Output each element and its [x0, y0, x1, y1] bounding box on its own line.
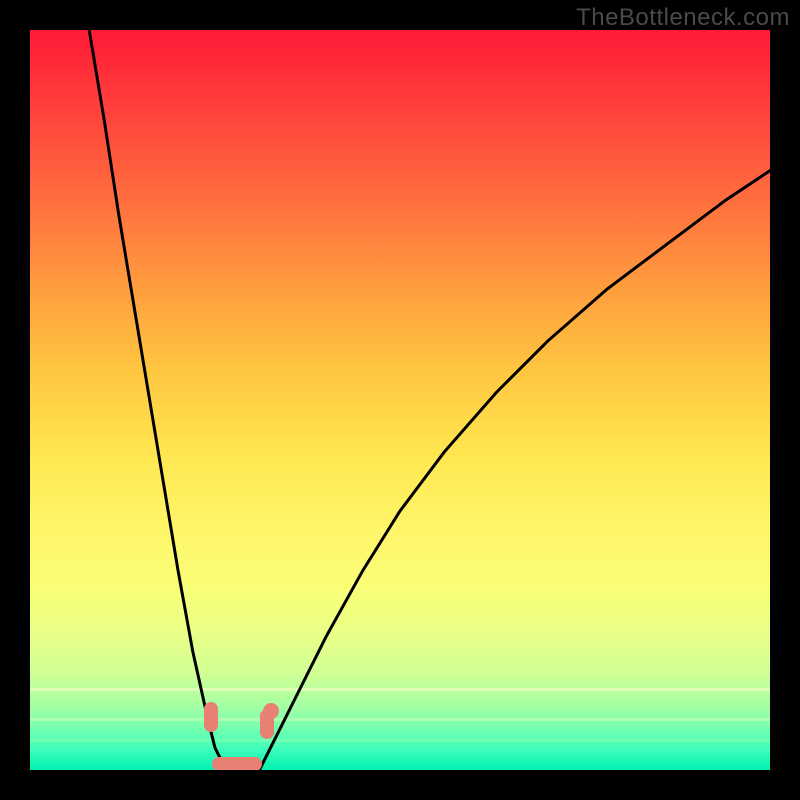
data-marker: [263, 703, 279, 719]
bottleneck-curve: [30, 30, 770, 770]
data-marker: [204, 702, 218, 732]
data-marker: [212, 757, 262, 770]
watermark-text: TheBottleneck.com: [576, 4, 790, 32]
curve-right-arm: [259, 171, 770, 770]
chart-frame: TheBottleneck.com: [0, 0, 800, 800]
curve-left-arm: [89, 30, 226, 770]
plot-area: [30, 30, 770, 770]
